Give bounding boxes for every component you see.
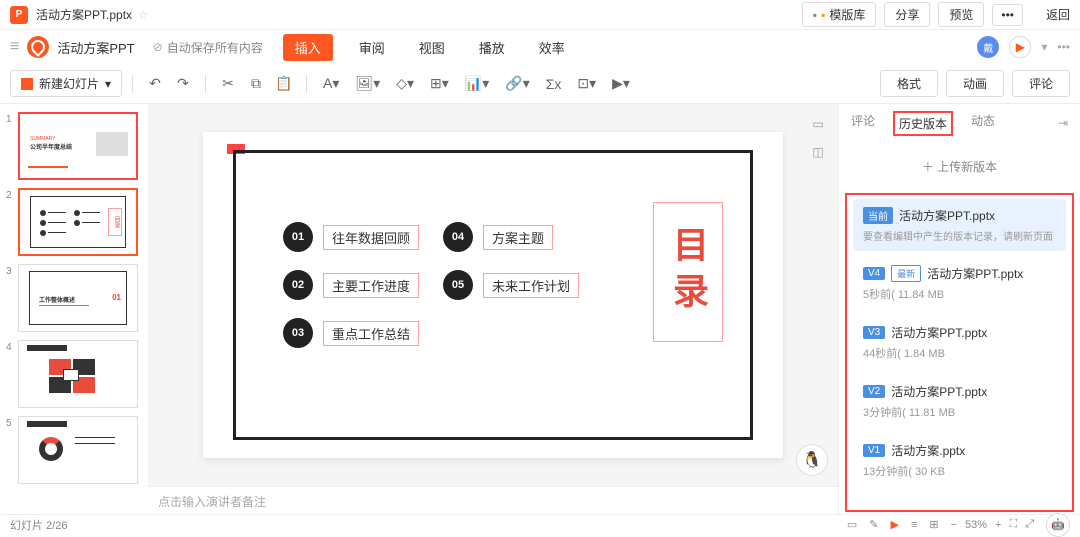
redo-button[interactable]: ↷ bbox=[171, 72, 195, 96]
thumbnail-5[interactable]: 5 bbox=[0, 416, 148, 484]
fullscreen-button[interactable]: ⤢ bbox=[1025, 518, 1034, 531]
document-title: 活动方案PPT bbox=[57, 38, 134, 57]
link-button[interactable]: 🔗▾ bbox=[499, 72, 535, 96]
back-button[interactable]: 返回 bbox=[1046, 6, 1070, 23]
sidebar-tab-comments[interactable]: 评论 bbox=[851, 112, 875, 135]
sidebar-tab-history[interactable]: 历史版本 bbox=[893, 111, 953, 136]
version-item-v2[interactable]: V2 活动方案PPT.pptx 3分钟前( 11.81 MB bbox=[853, 375, 1066, 428]
share-button[interactable]: 分享 bbox=[884, 2, 930, 27]
menu-bar: ≡ 活动方案PPT 自动保存所有内容 插入 审阅 视图 播放 效率 戴 ▶ ▾ … bbox=[0, 30, 1080, 64]
more-button[interactable]: ••• bbox=[992, 4, 1023, 26]
version-item-v3[interactable]: V3 活动方案PPT.pptx 44秒前( 1.84 MB bbox=[853, 316, 1066, 369]
undo-button[interactable]: ↶ bbox=[143, 72, 167, 96]
play-slideshow-button[interactable]: ▶ bbox=[1009, 36, 1031, 58]
formula-button[interactable]: Σx bbox=[540, 72, 568, 96]
edit-mode-icon[interactable]: ✎ bbox=[869, 518, 878, 531]
app-icon: P bbox=[10, 6, 28, 24]
view-mode-icon[interactable]: ▭ bbox=[847, 518, 857, 531]
tab-review[interactable]: 审阅 bbox=[351, 34, 393, 61]
layers-icon[interactable]: ◫ bbox=[808, 142, 828, 162]
status-bar: 幻灯片 2/26 ▭ ✎ ▶ ≡ ⊞ − 53% + ⛶ ⤢ 🤖 bbox=[0, 514, 1080, 534]
toolbar: 新建幻灯片 ▾ ↶ ↷ ✂ ⧉ 📋 A▾ 🖼▾ ◇▾ ⊞▾ 📊▾ 🔗▾ Σx ⊡… bbox=[0, 64, 1080, 104]
fit-screen-button[interactable]: ⛶ bbox=[1009, 518, 1017, 531]
speaker-notes[interactable]: 点击输入演讲者备注 bbox=[148, 486, 838, 514]
chart-button[interactable]: 📊▾ bbox=[459, 72, 495, 96]
template-library-button[interactable]: ▪▪ 模版库 bbox=[802, 2, 877, 27]
right-sidebar: 评论 历史版本 动态 ⇥ ＋ 上传新版本 当前 活动方案PPT.pptx 要查看… bbox=[838, 104, 1080, 514]
paste-button[interactable]: 📋 bbox=[272, 72, 296, 96]
format-panel-button[interactable]: 格式 bbox=[880, 70, 938, 97]
autosave-status: 自动保存所有内容 bbox=[153, 39, 263, 56]
text-box-button[interactable]: A▾ bbox=[317, 72, 345, 96]
shape-button[interactable]: ◇▾ bbox=[390, 72, 420, 96]
title-bar: P 活动方案PPT.pptx ☆ ▪▪ 模版库 分享 预览 ••• 返回 bbox=[0, 0, 1080, 30]
version-item-v1[interactable]: V1 活动方案.pptx 13分钟前( 30 KB bbox=[853, 434, 1066, 487]
toc-item-1[interactable]: 01 往年数据回顾 bbox=[283, 222, 419, 252]
media-button[interactable]: ▶▾ bbox=[606, 72, 636, 96]
comment-panel-button[interactable]: 评论 bbox=[1012, 70, 1070, 97]
zoom-level: 53% bbox=[965, 519, 987, 531]
tab-view[interactable]: 视图 bbox=[411, 34, 453, 61]
format-painter-button[interactable]: ✂ bbox=[216, 72, 240, 96]
plus-icon bbox=[21, 78, 33, 90]
tab-play[interactable]: 播放 bbox=[471, 34, 513, 61]
tab-efficiency[interactable]: 效率 bbox=[531, 34, 573, 61]
zoom-in-button[interactable]: + bbox=[995, 519, 1001, 531]
slide-canvas[interactable]: 01 往年数据回顾 02 主要工作进度 03 重点工作总结 04 bbox=[203, 132, 783, 458]
thumbnail-1[interactable]: 1 SUMMARY 公司半年度总结 bbox=[0, 112, 148, 180]
user-avatar[interactable]: 戴 bbox=[977, 36, 999, 58]
document-filename: 活动方案PPT.pptx bbox=[36, 6, 132, 23]
copy-button[interactable]: ⧉ bbox=[244, 72, 268, 96]
toc-item-3[interactable]: 03 重点工作总结 bbox=[283, 318, 419, 348]
upload-version-button[interactable]: ＋ 上传新版本 bbox=[855, 150, 1064, 183]
star-icon[interactable]: ☆ bbox=[138, 8, 149, 22]
notes-icon[interactable]: ≡ bbox=[911, 519, 917, 531]
helper-avatar-icon[interactable]: 🐧 bbox=[796, 444, 828, 476]
thumbnail-4[interactable]: 4 bbox=[0, 340, 148, 408]
preview-button[interactable]: 预览 bbox=[938, 2, 984, 27]
document-icon bbox=[27, 36, 49, 58]
dropdown-icon[interactable]: ▾ bbox=[1041, 40, 1047, 54]
grid-icon[interactable]: ⊞ bbox=[929, 518, 938, 531]
slide-thumbnails: 1 SUMMARY 公司半年度总结 2 目录 bbox=[0, 104, 148, 514]
tab-insert[interactable]: 插入 bbox=[283, 34, 333, 61]
version-list: 当前 活动方案PPT.pptx 要查看编辑中产生的版本记录，请刷新页面 V4 最… bbox=[845, 193, 1074, 512]
play-icon[interactable]: ▶ bbox=[890, 518, 898, 531]
toc-item-2[interactable]: 02 主要工作进度 bbox=[283, 270, 419, 300]
canvas-area: 01 往年数据回顾 02 主要工作进度 03 重点工作总结 04 bbox=[148, 104, 838, 514]
version-item-v4[interactable]: V4 最新 活动方案PPT.pptx 5秒前( 11.84 MB bbox=[853, 257, 1066, 310]
version-item-current[interactable]: 当前 活动方案PPT.pptx 要查看编辑中产生的版本记录，请刷新页面 bbox=[853, 199, 1066, 251]
thumbnail-2[interactable]: 2 目录 bbox=[0, 188, 148, 256]
toc-item-5[interactable]: 05 未来工作计划 bbox=[443, 270, 579, 300]
new-slide-button[interactable]: 新建幻灯片 ▾ bbox=[10, 70, 122, 97]
animation-panel-button[interactable]: 动画 bbox=[946, 70, 1004, 97]
more-icon[interactable]: ••• bbox=[1057, 40, 1070, 54]
sidebar-tab-activity[interactable]: 动态 bbox=[971, 112, 995, 135]
hamburger-icon[interactable]: ≡ bbox=[10, 38, 19, 56]
slide-counter: 幻灯片 2/26 bbox=[10, 517, 67, 533]
layout-icon[interactable]: ▭ bbox=[808, 114, 828, 134]
zoom-out-button[interactable]: − bbox=[951, 519, 957, 531]
collapse-sidebar-icon[interactable]: ⇥ bbox=[1058, 116, 1068, 130]
toc-item-4[interactable]: 04 方案主题 bbox=[443, 222, 579, 252]
table-button[interactable]: ⊞▾ bbox=[424, 72, 455, 96]
assistant-icon[interactable]: 🤖 bbox=[1046, 513, 1070, 537]
toc-title-box[interactable]: 目录 bbox=[653, 202, 723, 342]
thumbnail-3[interactable]: 3 工作整体概述 01 bbox=[0, 264, 148, 332]
group-button[interactable]: ⊡▾ bbox=[571, 72, 602, 96]
image-button[interactable]: 🖼▾ bbox=[349, 72, 386, 96]
